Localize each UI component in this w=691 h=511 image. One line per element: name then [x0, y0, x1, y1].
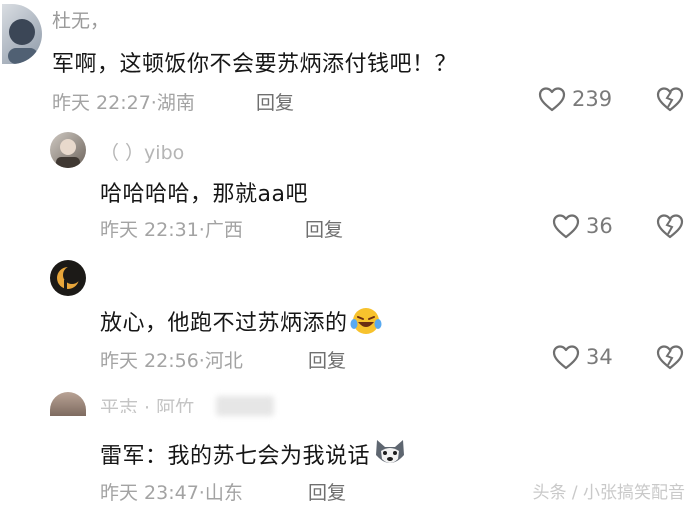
comment-text: 雷军：我的苏七会为我说话: [100, 437, 408, 475]
moon-avatar-icon: [57, 266, 81, 289]
comment-location: 山东: [204, 482, 243, 504]
heart-icon: [538, 87, 566, 112]
comment-meta: 昨天 22:31·广西: [100, 215, 243, 242]
heart-icon: [552, 214, 580, 239]
comment-text-body: 放心，他跑不过苏炳添的: [100, 311, 348, 336]
comment-meta: 昨天 22:27·湖南: [52, 88, 195, 115]
comment-time: 昨天 22:56: [100, 350, 199, 372]
comment-time: 昨天 22:27: [52, 92, 151, 114]
comment-text: 军啊，这顿饭你不会要苏炳添付钱吧！？: [52, 52, 458, 77]
comment-meta: 昨天 23:47·山东: [100, 478, 243, 505]
avatar[interactable]: [50, 132, 86, 168]
comment-username[interactable]: 平志 · 阿竹: [100, 393, 194, 413]
comment-location: 湖南: [156, 92, 195, 114]
dislike-icon[interactable]: [655, 85, 685, 113]
like-count: 36: [586, 214, 613, 238]
like-button[interactable]: 36: [552, 213, 613, 239]
comment-username[interactable]: （ ）yibo: [100, 138, 184, 165]
comment-time: 昨天 22:31: [100, 219, 199, 241]
like-button[interactable]: 239: [538, 86, 612, 112]
dislike-icon[interactable]: [655, 343, 685, 371]
comment-time: 昨天 23:47: [100, 482, 199, 504]
user-avatar-icon: [56, 139, 80, 168]
avatar[interactable]: [2, 4, 42, 64]
laughing-tears-emoji-icon: [350, 306, 382, 342]
heart-icon: [552, 345, 580, 370]
comment-text: 哈哈哈哈，那就aa吧: [100, 182, 308, 207]
comment-text-body: 雷军：我的苏七会为我说话: [100, 444, 371, 469]
reply-button[interactable]: 回复: [308, 346, 346, 373]
reply-button[interactable]: 回复: [308, 478, 346, 505]
avatar[interactable]: [50, 260, 86, 296]
like-count: 34: [586, 345, 613, 369]
avatar[interactable]: [50, 392, 86, 416]
watermark: 头条 / 小张搞笑配音: [532, 483, 685, 503]
comment-location: 广西: [204, 219, 243, 241]
husky-dog-emoji-icon: [372, 437, 408, 475]
like-button[interactable]: 34: [552, 344, 613, 370]
comment-text: 放心，他跑不过苏炳添的: [100, 305, 382, 342]
username-redaction: [216, 396, 274, 416]
comment-username[interactable]: 杜无，: [52, 6, 109, 33]
like-count: 239: [572, 87, 613, 111]
reply-button[interactable]: 回复: [256, 88, 294, 115]
dislike-icon[interactable]: [655, 212, 685, 240]
user-avatar-icon: [8, 19, 38, 64]
comment-location: 河北: [204, 350, 243, 372]
comment-meta: 昨天 22:56·河北: [100, 346, 243, 373]
reply-button[interactable]: 回复: [305, 215, 343, 242]
